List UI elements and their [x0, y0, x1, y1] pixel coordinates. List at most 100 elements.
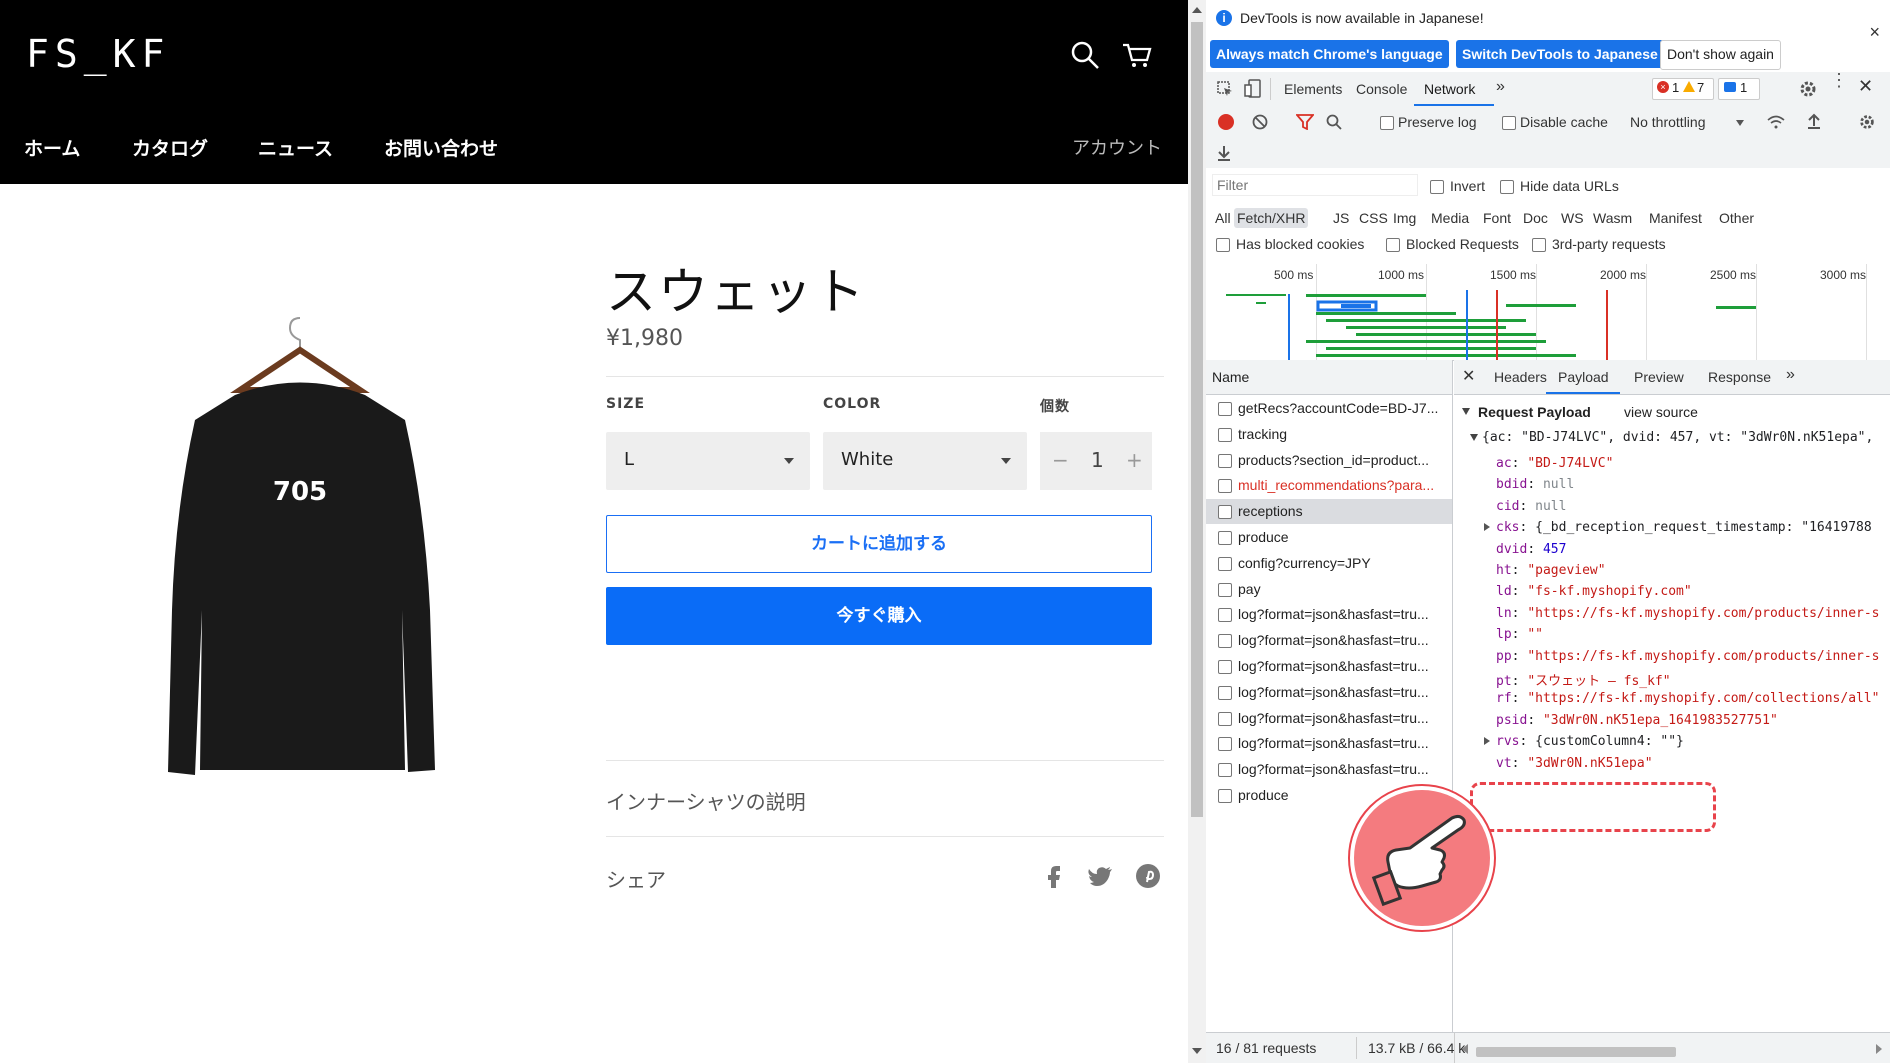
type-ws[interactable]: WS: [1558, 208, 1587, 228]
request-row-checkbox[interactable]: [1218, 608, 1232, 623]
scroll-left-icon[interactable]: [1462, 1044, 1468, 1054]
name-column-header[interactable]: Name: [1212, 369, 1249, 385]
request-row[interactable]: log?format=json&hasfast=tru...: [1206, 680, 1452, 705]
request-row-checkbox[interactable]: [1218, 505, 1232, 520]
clear-icon[interactable]: [1252, 114, 1268, 130]
chevron-down-icon[interactable]: [1736, 120, 1744, 126]
request-row[interactable]: products?section_id=product...: [1206, 448, 1452, 473]
request-row[interactable]: tracking: [1206, 422, 1452, 447]
facebook-icon[interactable]: [1040, 862, 1068, 890]
payload-line[interactable]: ld: "fs-kf.myshopify.com": [1496, 584, 1692, 599]
expand-triangle-icon[interactable]: [1470, 434, 1478, 441]
preserve-log-checkbox[interactable]: [1380, 116, 1394, 130]
request-row-checkbox[interactable]: [1218, 556, 1232, 571]
payload-summary[interactable]: {ac: "BD-J74LVC", dvid: 457, vt: "3dWr0N…: [1482, 430, 1873, 445]
type-img[interactable]: Img: [1390, 208, 1419, 228]
type-font[interactable]: Font: [1480, 208, 1514, 228]
expand-triangle-icon[interactable]: [1484, 737, 1490, 746]
tab-response[interactable]: Response: [1708, 369, 1771, 385]
throttling-select[interactable]: No throttling: [1630, 114, 1705, 130]
request-row[interactable]: log?format=json&hasfast=tru...: [1206, 628, 1452, 653]
page-scrollbar[interactable]: [1188, 0, 1206, 1063]
shop-logo[interactable]: FS_KF: [26, 32, 170, 76]
request-row[interactable]: log?format=json&hasfast=tru...: [1206, 654, 1452, 679]
type-fetch-xhr[interactable]: Fetch/XHR: [1234, 208, 1309, 228]
request-row-checkbox[interactable]: [1218, 402, 1232, 416]
tab-payload[interactable]: Payload: [1558, 369, 1609, 385]
type-wasm[interactable]: Wasm: [1590, 208, 1635, 228]
payload-line[interactable]: ln: "https://fs-kf.myshopify.com/product…: [1496, 606, 1880, 621]
color-select[interactable]: White: [823, 432, 1027, 490]
filter-input[interactable]: [1212, 174, 1418, 196]
payload-line[interactable]: rvs: {customColumn4: ""}: [1484, 734, 1684, 749]
export-har-icon[interactable]: [1216, 144, 1232, 162]
more-tabs-icon[interactable]: »: [1786, 366, 1795, 384]
scroll-right-icon[interactable]: [1876, 1044, 1882, 1054]
device-toolbar-icon[interactable]: [1244, 79, 1262, 99]
payload-line[interactable]: lp: "": [1496, 627, 1543, 642]
issues-counter[interactable]: × 1 7 1: [1652, 78, 1792, 100]
payload-line[interactable]: pt: "スウェット – fs_kf": [1496, 670, 1671, 689]
more-tabs-icon[interactable]: »: [1496, 78, 1505, 96]
payload-line[interactable]: cks: {_bd_reception_request_timestamp: "…: [1484, 520, 1872, 535]
expand-triangle-icon[interactable]: [1484, 523, 1490, 532]
request-row[interactable]: receptions: [1206, 499, 1452, 525]
request-row-checkbox[interactable]: [1218, 531, 1232, 545]
inspect-element-icon[interactable]: [1216, 80, 1234, 98]
switch-to-japanese-button[interactable]: Switch DevTools to Japanese: [1456, 40, 1664, 68]
horizontal-scrollbar-thumb[interactable]: [1476, 1047, 1676, 1057]
type-css[interactable]: CSS: [1356, 208, 1391, 228]
request-row-checkbox[interactable]: [1218, 789, 1232, 803]
search-icon[interactable]: [1068, 38, 1102, 72]
quantity-plus-button[interactable]: +: [1126, 448, 1143, 472]
payload-line[interactable]: ac: "BD-J74LVC": [1496, 456, 1613, 471]
scroll-down-icon[interactable]: [1192, 1048, 1202, 1054]
payload-line[interactable]: vt: "3dWr0N.nK51epa": [1496, 756, 1653, 771]
request-row[interactable]: log?format=json&hasfast=tru...: [1206, 757, 1452, 782]
type-all[interactable]: All: [1212, 208, 1234, 228]
payload-line[interactable]: dvid: 457: [1496, 542, 1566, 557]
nav-news[interactable]: ニュース: [258, 134, 333, 161]
settings-gear-icon[interactable]: [1798, 79, 1818, 99]
request-row-checkbox[interactable]: [1218, 737, 1232, 752]
invert-checkbox[interactable]: [1430, 180, 1444, 194]
search-icon[interactable]: [1326, 114, 1342, 130]
close-detail-icon[interactable]: ✕: [1462, 366, 1475, 386]
payload-title[interactable]: Request Payload: [1478, 404, 1591, 420]
payload-line[interactable]: rf: "https://fs-kf.myshopify.com/collect…: [1496, 691, 1880, 706]
record-icon[interactable]: [1218, 114, 1234, 130]
expand-triangle-icon[interactable]: [1462, 408, 1470, 415]
dont-show-again-button[interactable]: Don't show again: [1660, 40, 1781, 70]
request-row[interactable]: log?format=json&hasfast=tru...: [1206, 602, 1452, 627]
tab-preview[interactable]: Preview: [1634, 369, 1684, 385]
request-row-checkbox[interactable]: [1218, 634, 1232, 649]
nav-catalog[interactable]: カタログ: [132, 134, 208, 161]
has-blocked-cookies-checkbox[interactable]: [1216, 238, 1230, 252]
request-row[interactable]: config?currency=JPY: [1206, 551, 1452, 576]
request-row-checkbox[interactable]: [1218, 453, 1232, 468]
hide-data-urls-checkbox[interactable]: [1500, 180, 1514, 194]
network-settings-gear-icon[interactable]: [1858, 113, 1876, 131]
request-row[interactable]: getRecs?accountCode=BD-J7...: [1206, 396, 1452, 421]
payload-line[interactable]: bdid: null: [1496, 477, 1574, 492]
request-row-checkbox[interactable]: [1218, 685, 1232, 700]
type-manifest[interactable]: Manifest: [1646, 208, 1705, 228]
type-media[interactable]: Media: [1428, 208, 1472, 228]
type-js[interactable]: JS: [1330, 208, 1352, 228]
nav-contact[interactable]: お問い合わせ: [384, 134, 498, 161]
pinterest-icon[interactable]: [1134, 862, 1162, 890]
request-row-checkbox[interactable]: [1218, 582, 1232, 597]
add-to-cart-button[interactable]: カートに追加する: [606, 515, 1152, 573]
third-party-checkbox[interactable]: [1532, 238, 1546, 252]
twitter-icon[interactable]: [1086, 862, 1114, 890]
cart-icon[interactable]: [1120, 38, 1154, 72]
payload-line[interactable]: pp: "https://fs-kf.myshopify.com/product…: [1496, 649, 1880, 664]
payload-line[interactable]: psid: "3dWr0N.nK51epa_1641983527751": [1496, 713, 1778, 728]
tab-network[interactable]: Network: [1424, 81, 1475, 97]
scroll-up-icon[interactable]: [1192, 7, 1202, 13]
always-match-language-button[interactable]: Always match Chrome's language: [1210, 40, 1449, 68]
quantity-value[interactable]: 1: [1091, 448, 1104, 472]
request-row[interactable]: log?format=json&hasfast=tru...: [1206, 731, 1452, 756]
request-row[interactable]: pay: [1206, 577, 1452, 602]
request-row-checkbox[interactable]: [1218, 660, 1232, 674]
